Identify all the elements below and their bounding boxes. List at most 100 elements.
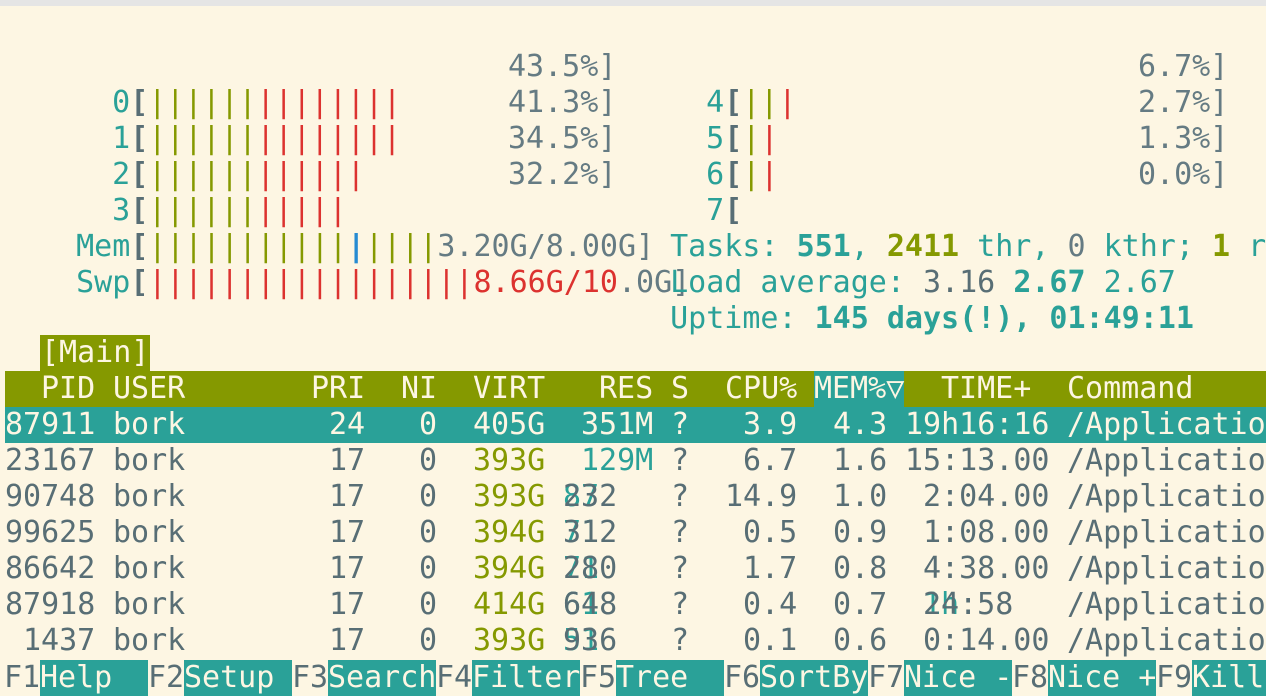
cell-time: 4:38.00 xyxy=(923,551,1050,586)
cell-user: bork xyxy=(113,407,186,442)
table-row[interactable]: 90748 bork 17 0 393G 87 232 ? 14.9 1.0 2:… xyxy=(5,479,1266,515)
help-button[interactable]: Help xyxy=(40,660,148,696)
cell-pid: 99625 xyxy=(5,515,96,550)
fkey-f6: F6 xyxy=(724,660,761,695)
cell-virt: 393G xyxy=(473,443,546,478)
cell-mem: 0.6 xyxy=(833,623,888,658)
cell-pid: 1437 xyxy=(23,623,96,658)
cell-state: ? xyxy=(671,479,690,514)
cell-pid: 86642 xyxy=(5,551,96,586)
fkey-f5: F5 xyxy=(580,660,617,695)
cpu-value-2: 34.5%] xyxy=(508,121,617,156)
cell-command: /Applicatio xyxy=(1067,551,1266,586)
column-s[interactable]: S xyxy=(671,371,689,407)
cell-user: bork xyxy=(113,479,186,514)
column-res[interactable]: RES xyxy=(599,371,653,407)
kill-button[interactable]: Kill xyxy=(1192,660,1266,696)
cell-time: 19h16:16 xyxy=(905,407,1050,442)
cpu-value-7: 0.0%] xyxy=(1138,157,1229,192)
res-units: 280 xyxy=(563,551,618,586)
cell-pri: 17 xyxy=(329,587,366,622)
column-command[interactable]: Command xyxy=(1067,371,1193,407)
cell-virt: 414G xyxy=(473,587,546,622)
cell-cpu: 14.9 xyxy=(725,479,798,514)
cell-pid: 87911 xyxy=(5,407,96,442)
nice-minus-button[interactable]: Nice - xyxy=(904,660,1012,696)
search-button[interactable]: Search xyxy=(328,660,436,696)
cell-cpu: 0.1 xyxy=(743,623,798,658)
time-rest: 24:58 xyxy=(923,587,1014,622)
cell-cpu: 1.7 xyxy=(743,551,798,586)
cell-ni: 0 xyxy=(419,623,438,658)
function-key-bar: F1 Help F2 Setup F3 Search F4 Filter F5 … xyxy=(0,660,1266,696)
table-row[interactable]: 23167 bork 17 0 393G 129M ? 6.7 1.6 15:1… xyxy=(5,443,1266,479)
table-row[interactable]: 99625 bork 17 0 394G 71 312 ? 0.5 0.9 1:0… xyxy=(5,515,1266,551)
cell-pid: 90748 xyxy=(5,479,96,514)
cell-mem: 4.3 xyxy=(833,407,888,442)
table-row-selected[interactable]: 87911 bork 24 0 405G 351M ? 3.9 4.3 19h1… xyxy=(5,407,1266,443)
window-top-strip xyxy=(0,0,1266,6)
cell-command: /Applicatio xyxy=(1067,443,1266,478)
tab-main[interactable]: [Main] xyxy=(40,335,151,371)
cell-pri: 24 xyxy=(329,407,366,442)
setup-button[interactable]: Setup xyxy=(184,660,292,696)
fkey-f8: F8 xyxy=(1012,660,1049,695)
cell-res: 129M xyxy=(581,443,654,478)
fkey-f1: F1 xyxy=(4,660,41,695)
res-units: 232 xyxy=(563,479,618,514)
cell-ni: 0 xyxy=(419,407,438,442)
cell-time: 15:13.00 xyxy=(905,443,1050,478)
cell-mem: 0.9 xyxy=(833,515,888,550)
cell-state: ? xyxy=(671,515,690,550)
tree-button[interactable]: Tree xyxy=(616,660,724,696)
fkey-f2: F2 xyxy=(148,660,185,695)
table-row[interactable]: 86642 bork 17 0 394G 71 280 ? 1.7 0.8 4:3… xyxy=(5,551,1266,587)
cell-virt: 393G xyxy=(473,623,546,658)
cell-user: bork xyxy=(113,551,186,586)
cell-user: bork xyxy=(113,443,186,478)
cell-cpu: 0.5 xyxy=(743,515,798,550)
cell-ni: 0 xyxy=(419,443,438,478)
column-pid[interactable]: PID xyxy=(41,371,95,407)
fkey-f9: F9 xyxy=(1156,660,1193,695)
swap-used: 8.66G/10 xyxy=(473,265,618,300)
cell-user: bork xyxy=(113,623,186,658)
cell-virt: 394G xyxy=(473,551,546,586)
res-units: 936 xyxy=(563,623,618,658)
nice-plus-button[interactable]: Nice + xyxy=(1048,660,1156,696)
cell-cpu: 3.9 xyxy=(743,407,798,442)
column-user[interactable]: USER xyxy=(113,371,185,407)
cell-command: /Applicatio xyxy=(1067,587,1266,622)
table-row[interactable]: 1437 bork 17 0 393G 51 936 ? 0.1 0.6 0:14… xyxy=(5,623,1266,659)
cell-ni: 0 xyxy=(419,515,438,550)
uptime-label: Uptime: xyxy=(670,301,815,336)
cpu-value-5: 2.7%] xyxy=(1138,85,1229,120)
cell-command: /Applicatio xyxy=(1067,515,1266,550)
cell-time: 1:08.00 xyxy=(923,515,1050,550)
column-virt[interactable]: VIRT xyxy=(473,371,545,407)
cell-state: ? xyxy=(671,587,690,622)
process-table-header: PID USER PRI NI VIRT RES S CPU% MEM%▽ TI… xyxy=(5,371,1266,407)
uptime-value: 145 days(!), 01:49:11 xyxy=(814,301,1194,336)
cpu-bar-sys: | xyxy=(760,157,779,192)
cell-cpu: 6.7 xyxy=(743,443,798,478)
table-row[interactable]: 87918 bork 17 0 414G 61 648 ? 0.4 0.7 1h 2… xyxy=(5,587,1266,623)
column-time[interactable]: TIME+ xyxy=(941,371,1031,407)
sortby-button[interactable]: SortBy xyxy=(760,660,868,696)
cell-virt: 394G xyxy=(473,515,546,550)
uptime-meter: Uptime: 145 days(!), 01:49:11 xyxy=(634,265,1194,337)
column-pri[interactable]: PRI xyxy=(311,371,365,407)
column-mem-sorted[interactable]: MEM%▽ xyxy=(814,371,904,407)
filter-button[interactable]: Filter xyxy=(472,660,580,696)
cell-command: /Applicatio xyxy=(1067,407,1266,442)
cell-pid: 87918 xyxy=(5,587,96,622)
cell-pri: 17 xyxy=(329,515,366,550)
cpu-value-3: 32.2%] xyxy=(508,157,617,192)
cell-time: 2:04.00 xyxy=(923,479,1050,514)
cell-ni: 0 xyxy=(419,551,438,586)
column-cpu[interactable]: CPU% xyxy=(725,371,797,407)
fkey-f7: F7 xyxy=(868,660,905,695)
column-ni[interactable]: NI xyxy=(401,371,437,407)
res-units: 312 xyxy=(563,515,618,550)
cpu-bar-user: | xyxy=(742,157,761,192)
